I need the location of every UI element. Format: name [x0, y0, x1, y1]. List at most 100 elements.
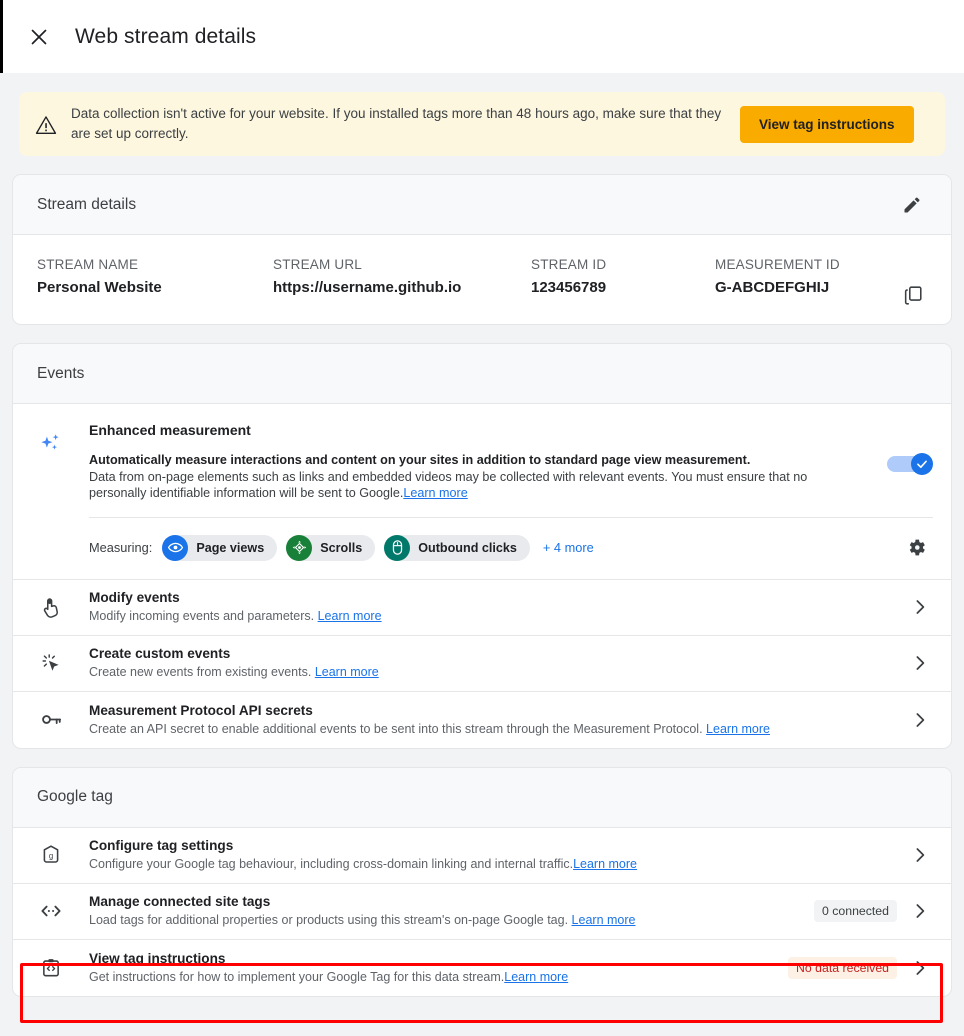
field-label: STREAM NAME: [37, 257, 139, 272]
chip-scrolls[interactable]: Scrolls: [286, 534, 376, 561]
row-desc-text: Create an API secret to enable additiona…: [89, 721, 703, 736]
enhanced-measurement-description: Automatically measure interactions and c…: [89, 452, 807, 502]
row-title: Manage connected site tags: [89, 894, 271, 909]
stream-details-card-header: Stream details: [13, 175, 951, 235]
field-value: 123456789: [531, 279, 607, 296]
stream-details-card: Stream details STREAM NAME Personal Webs…: [12, 174, 952, 325]
code-clipboard-icon: [13, 957, 89, 979]
mouse-icon: [384, 534, 411, 561]
code-brackets-icon: [13, 899, 89, 923]
row-view-tag-instructions[interactable]: View tag instructions Get instructions f…: [13, 940, 951, 996]
row-title: View tag instructions: [89, 950, 226, 966]
more-measurements-link[interactable]: + 4 more: [543, 540, 594, 555]
stream-details-title: Stream details: [37, 195, 137, 213]
google-tag-title: Google tag: [37, 788, 113, 805]
field-label: STREAM ID: [531, 257, 607, 272]
chevron-right-icon[interactable]: [909, 957, 931, 979]
learn-more-link[interactable]: Learn more: [573, 857, 637, 871]
field-measurement-id: MEASUREMENT ID G-ABCDEFGHIJ: [715, 257, 875, 296]
measuring-row: Measuring: Page views Scrolls Outbound c…: [89, 518, 933, 579]
row-configure-tag-settings[interactable]: g Configure tag settings Configure your …: [13, 828, 951, 884]
row-description: Modify incoming events and parameters. L…: [89, 608, 909, 624]
chip-label: Outbound clicks: [418, 540, 517, 555]
row-desc-text: Load tags for additional properties or p…: [89, 913, 569, 927]
tap-hand-icon: [13, 596, 89, 619]
google-tag-card-header: Google tag: [13, 767, 951, 828]
field-value: G-ABCDEFGHIJ: [715, 279, 830, 296]
chevron-right-icon[interactable]: [909, 844, 931, 866]
chip-page-views[interactable]: Page views: [162, 534, 278, 561]
events-card-header: Events: [13, 344, 951, 404]
enhanced-measurement-body: Enhanced measurement Automatically measu…: [89, 422, 951, 579]
gear-icon[interactable]: [901, 533, 931, 563]
close-icon[interactable]: [28, 26, 50, 48]
no-data-received-badge: No data received: [788, 956, 897, 979]
field-stream-id: STREAM ID 123456789: [531, 257, 715, 296]
copy-icon[interactable]: [899, 281, 927, 309]
row-description: Load tags for additional properties or p…: [89, 912, 814, 928]
row-desc-text: Configure your Google tag behaviour, inc…: [89, 857, 574, 871]
chip-label: Scrolls: [320, 540, 363, 555]
banner-message: Data collection isn't active for your we…: [71, 106, 722, 141]
row-desc-text: Modify incoming events and parameters.: [89, 609, 315, 623]
tag-g-icon: g: [13, 844, 89, 866]
page-title: Web stream details: [75, 24, 257, 48]
row-create-custom-events[interactable]: Create custom events Create new events f…: [13, 636, 951, 692]
field-stream-url: STREAM URL https://username.github.io: [273, 257, 531, 296]
eye-icon: [162, 534, 189, 561]
learn-more-link[interactable]: Learn more: [315, 665, 379, 679]
measuring-label: Measuring:: [89, 540, 153, 555]
svg-text:g: g: [49, 852, 53, 861]
row-description: Configure your Google tag behaviour, inc…: [89, 856, 909, 872]
pencil-edit-icon[interactable]: [897, 190, 927, 220]
row-description: Create an API secret to enable additiona…: [89, 721, 909, 737]
sparkle-icon: [13, 422, 89, 579]
cursor-click-icon: [13, 652, 89, 675]
chevron-right-icon[interactable]: [909, 709, 931, 731]
chevron-right-icon[interactable]: [909, 596, 931, 618]
row-title: Create custom events: [89, 646, 231, 661]
em-desc-line1: Automatically measure interactions and c…: [89, 453, 751, 467]
row-description: Get instructions for how to implement yo…: [89, 969, 788, 985]
view-tag-instructions-button[interactable]: View tag instructions: [740, 105, 914, 143]
events-card: Events Enhanced measurement Automaticall…: [12, 343, 952, 749]
learn-more-link[interactable]: Learn more: [318, 609, 382, 623]
warning-triangle-icon: [35, 114, 57, 136]
row-manage-connected-site-tags[interactable]: Manage connected site tags Load tags for…: [13, 884, 951, 940]
row-title: Configure tag settings: [89, 838, 234, 853]
learn-more-link[interactable]: Learn more: [572, 913, 636, 927]
em-desc-line3-wrap: personally identifiable information will…: [89, 485, 807, 502]
learn-more-link[interactable]: Learn more: [504, 970, 568, 984]
google-tag-card: Google tag g Configure tag settings Conf…: [12, 766, 952, 997]
enhanced-measurement-title: Enhanced measurement: [89, 422, 251, 438]
row-title: Measurement Protocol API secrets: [89, 702, 313, 718]
events-title: Events: [37, 364, 85, 382]
field-label: STREAM URL: [273, 257, 363, 272]
connected-count-badge: 0 connected: [813, 900, 897, 922]
data-collection-warning-banner: Data collection isn't active for your we…: [19, 92, 945, 156]
learn-more-link[interactable]: Learn more: [403, 486, 467, 500]
enhanced-measurement-toggle[interactable]: [887, 453, 933, 475]
chevron-right-icon[interactable]: [909, 900, 931, 922]
field-value: https://username.github.io: [273, 279, 462, 296]
stream-details-fields: STREAM NAME Personal Website STREAM URL …: [13, 235, 951, 324]
learn-more-link[interactable]: Learn more: [706, 722, 770, 736]
key-icon: [13, 708, 89, 731]
field-value: Personal Website: [37, 279, 162, 296]
toggle-thumb: [911, 453, 933, 475]
em-desc-line3: personally identifiable information will…: [89, 486, 404, 500]
field-stream-name: STREAM NAME Personal Website: [37, 257, 273, 296]
row-measurement-protocol-api-secrets[interactable]: Measurement Protocol API secrets Create …: [13, 692, 951, 748]
page-header: Web stream details: [0, 0, 964, 73]
row-title: Modify events: [89, 590, 180, 605]
row-desc-text: Get instructions for how to implement yo…: [89, 969, 505, 984]
chip-label: Page views: [196, 540, 265, 555]
row-desc-text: Create new events from existing events.: [89, 665, 312, 679]
em-desc-line2: Data from on-page elements such as links…: [89, 469, 808, 484]
scroll-arrows-icon: [286, 534, 313, 561]
chevron-right-icon[interactable]: [909, 652, 931, 674]
enhanced-measurement-block: Enhanced measurement Automatically measu…: [13, 404, 951, 580]
field-label: MEASUREMENT ID: [715, 257, 840, 272]
row-modify-events[interactable]: Modify events Modify incoming events and…: [13, 580, 951, 636]
chip-outbound-clicks[interactable]: Outbound clicks: [384, 534, 530, 561]
